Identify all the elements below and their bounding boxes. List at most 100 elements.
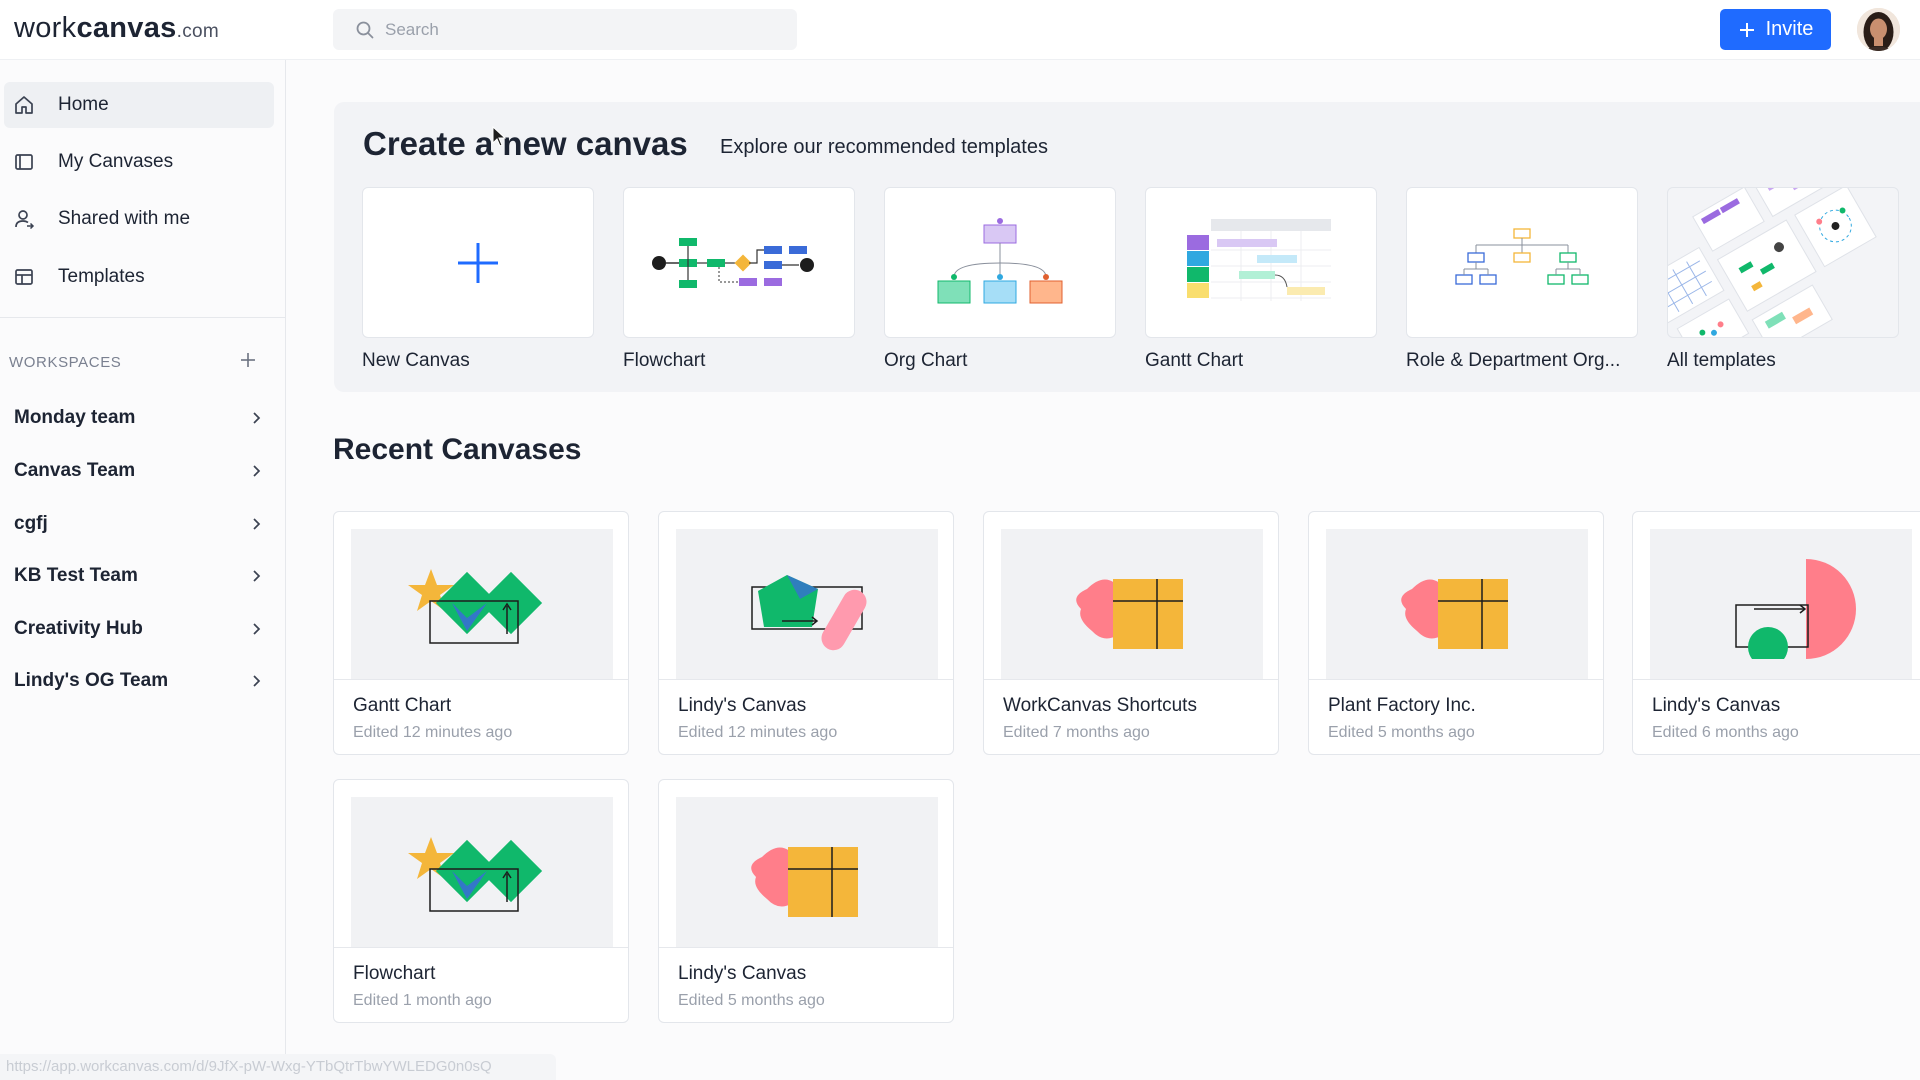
template-all-templates[interactable]: All templates (1667, 187, 1899, 372)
card-divider (659, 947, 953, 948)
templates-icon (15, 269, 33, 285)
recent-canvas-card[interactable]: Lindy's Canvas Edited 5 months ago (658, 779, 954, 1023)
recent-canvas-card[interactable]: Plant Factory Inc. Edited 5 months ago (1308, 511, 1604, 755)
workspace-lindys-og-team[interactable]: Lindy's OG Team (4, 661, 274, 701)
canvas-thumbnail (351, 797, 613, 947)
workspace-label: Creativity Hub (14, 618, 143, 639)
template-label: Gantt Chart (1145, 350, 1244, 371)
workspace-label: cgfj (14, 513, 48, 534)
workspace-label: Canvas Team (14, 460, 136, 481)
sidebar-item-templates[interactable]: Templates (4, 254, 274, 300)
invite-label: Invite (1765, 18, 1814, 40)
org-chart-thumbnail (884, 187, 1116, 338)
gantt-chart-thumbnail (1145, 187, 1377, 338)
new-canvas-thumbnail (362, 187, 594, 338)
sidebar-item-label: Templates (58, 266, 145, 287)
canvas-title: Lindy's Canvas (1652, 695, 1781, 716)
template-flowchart[interactable]: Flowchart (623, 187, 855, 372)
blob-grid-shapes-icon (1401, 579, 1508, 649)
sidebar: Home My Canvases Shared with me Template… (0, 60, 286, 1080)
canvas-title: Flowchart (353, 963, 436, 984)
canvas-edited-time: Edited 7 months ago (1003, 724, 1150, 741)
sidebar-item-shared-with-me[interactable]: Shared with me (4, 196, 274, 242)
chevron-right-icon (253, 570, 261, 582)
canvas-title: Plant Factory Inc. (1328, 695, 1476, 716)
top-bar: workcanvas.com Invite (0, 0, 1920, 60)
workspace-canvas-team[interactable]: Canvas Team (4, 451, 274, 491)
link-status-bar: https://app.workcanvas.com/d/9JfX-pW-Wxg… (0, 1054, 556, 1080)
card-divider (984, 679, 1278, 680)
pentagon-pill-shapes-icon (751, 575, 867, 651)
workspace-label: Lindy's OG Team (14, 670, 169, 691)
workspace-kb-test-team[interactable]: KB Test Team (4, 556, 274, 596)
canvas-icon (15, 154, 33, 170)
workspace-monday-team[interactable]: Monday team (4, 398, 274, 438)
card-divider (659, 679, 953, 680)
plus-icon (458, 242, 498, 283)
recent-canvas-card[interactable]: WorkCanvas Shortcuts Edited 7 months ago (983, 511, 1279, 755)
canvas-thumbnail (676, 529, 938, 679)
recent-canvases-title: Recent Canvases (333, 433, 582, 466)
role-department-thumbnail (1406, 187, 1638, 338)
template-role-department-org[interactable]: Role & Department Org... (1406, 187, 1638, 372)
avatar[interactable] (1857, 8, 1900, 51)
star-diamond-shapes-icon (408, 837, 543, 912)
canvas-thumbnail (676, 797, 938, 947)
invite-button[interactable]: Invite (1720, 9, 1831, 50)
user-avatar-icon (1857, 8, 1900, 51)
workspace-creativity-hub[interactable]: Creativity Hub (4, 609, 274, 649)
card-divider (334, 947, 628, 948)
recent-canvas-card[interactable]: Lindy's Canvas Edited 12 minutes ago (658, 511, 954, 755)
search-input[interactable] (385, 19, 785, 40)
search-box[interactable] (333, 9, 797, 50)
flowchart-thumbnail (623, 187, 855, 338)
canvas-thumbnail (1650, 529, 1912, 679)
template-org-chart[interactable]: Org Chart (884, 187, 1116, 372)
logo-text-work: work (14, 12, 77, 44)
flowchart-illustration-icon (652, 237, 814, 288)
canvas-title: Lindy's Canvas (678, 695, 807, 716)
workspace-cgfj[interactable]: cgfj (4, 504, 274, 544)
template-label: Role & Department Org... (1406, 350, 1621, 371)
sidebar-item-label: Home (58, 94, 109, 115)
canvas-title: Gantt Chart (353, 695, 452, 716)
workcanvas-logo[interactable]: workcanvas.com (14, 12, 219, 45)
recent-canvas-card[interactable]: Gantt Chart Edited 12 minutes ago (333, 511, 629, 755)
canvas-title: Lindy's Canvas (678, 963, 807, 984)
role-org-illustration-icon (1455, 227, 1589, 285)
workspace-label: KB Test Team (14, 565, 138, 586)
recent-canvas-card[interactable]: Flowchart Edited 1 month ago (333, 779, 629, 1023)
canvas-thumbnail (1001, 529, 1263, 679)
recent-canvas-card[interactable]: Lindy's Canvas Edited 6 months ago (1632, 511, 1920, 755)
template-new-canvas[interactable]: New Canvas (362, 187, 594, 372)
sidebar-item-my-canvases[interactable]: My Canvases (4, 139, 274, 185)
template-label: All templates (1667, 350, 1776, 371)
search-icon (356, 21, 374, 38)
canvas-thumbnail (351, 529, 613, 679)
template-collage-icon (1668, 188, 1877, 337)
chevron-right-icon (253, 623, 261, 635)
canvas-edited-time: Edited 1 month ago (353, 992, 492, 1009)
card-divider (334, 679, 628, 680)
canvas-edited-time: Edited 5 months ago (1328, 724, 1475, 741)
template-label: Flowchart (623, 350, 706, 371)
sidebar-item-home[interactable]: Home (4, 82, 274, 128)
add-workspace-icon[interactable] (237, 349, 259, 371)
canvas-edited-time: Edited 5 months ago (678, 992, 825, 1009)
canvas-edited-time: Edited 12 minutes ago (353, 724, 513, 741)
half-circle-shapes-icon (1735, 559, 1856, 659)
chevron-right-icon (253, 412, 261, 424)
create-canvas-title: Create a new canvas (363, 125, 688, 162)
workspaces-heading: WORKSPACES (9, 354, 122, 371)
template-label: Org Chart (884, 350, 968, 371)
plus-icon (1739, 22, 1754, 37)
card-divider (1309, 679, 1603, 680)
gantt-chart-illustration-icon (1187, 219, 1331, 301)
home-icon (15, 96, 33, 114)
card-divider (1633, 679, 1920, 680)
sidebar-item-label: My Canvases (58, 151, 174, 172)
logo-text-canvas: canvas (76, 12, 177, 44)
star-diamond-shapes-icon (408, 569, 543, 644)
canvas-edited-time: Edited 12 minutes ago (678, 724, 838, 741)
template-gantt-chart[interactable]: Gantt Chart (1145, 187, 1377, 372)
